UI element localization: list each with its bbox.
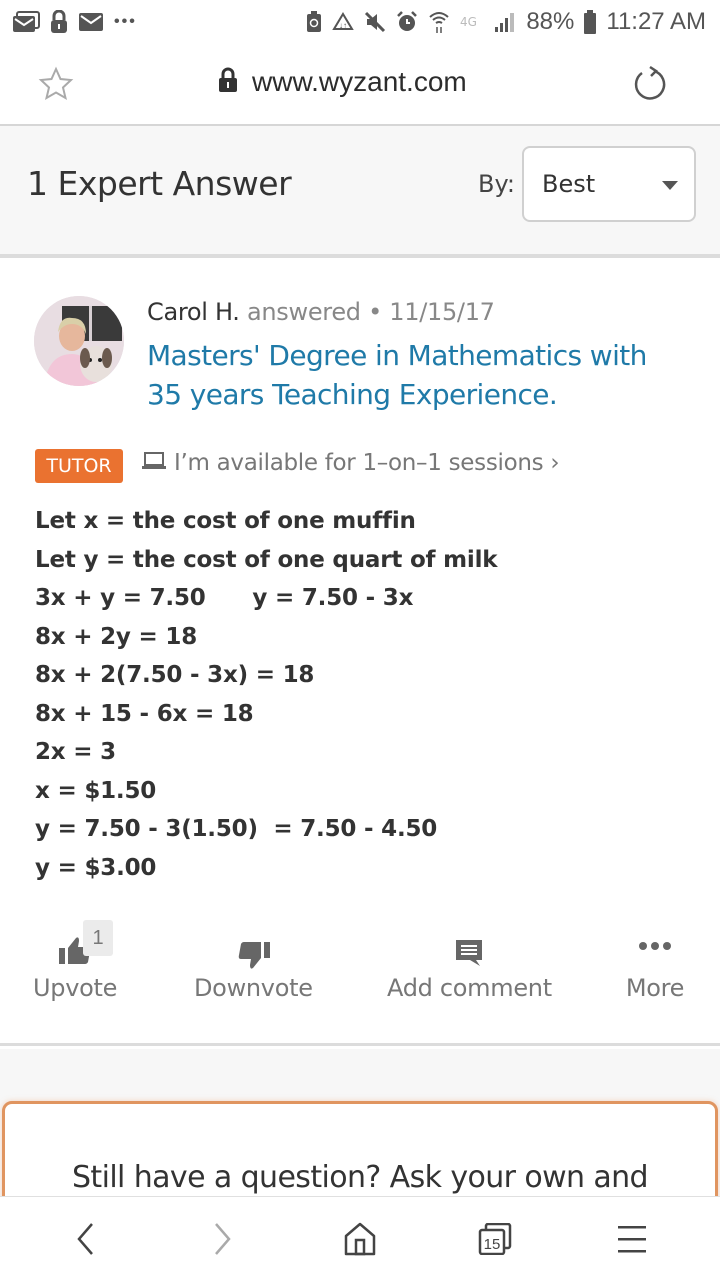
laptop-icon bbox=[142, 451, 166, 476]
alarm-icon bbox=[396, 11, 418, 33]
menu-icon[interactable] bbox=[610, 1217, 654, 1261]
battery-percent: 88% bbox=[526, 8, 575, 35]
recycle-icon: ↓↑ bbox=[332, 12, 355, 32]
secure-lock-icon bbox=[218, 67, 238, 98]
back-icon[interactable] bbox=[64, 1217, 108, 1261]
mute-icon bbox=[364, 11, 386, 33]
home-icon[interactable] bbox=[338, 1217, 382, 1261]
solution-line: 8x + 2y = 18 bbox=[35, 623, 198, 650]
status-bar-left: ••• bbox=[12, 10, 137, 34]
clock: 11:27 AM bbox=[606, 8, 706, 35]
tutor-badge: TUTOR bbox=[35, 449, 123, 483]
forward-icon[interactable] bbox=[200, 1217, 244, 1261]
star-icon[interactable] bbox=[38, 66, 74, 102]
more-notifications-icon: ••• bbox=[114, 13, 137, 30]
email-stack-icon bbox=[12, 11, 40, 33]
thumbs-down-icon bbox=[196, 922, 311, 969]
ask-question-heading: Still have a question? Ask your own and bbox=[71, 1160, 649, 1195]
thumbs-up-icon: 1 bbox=[35, 920, 117, 966]
tutor-headline-link[interactable]: Masters' Degree in Mathematics with 35 y… bbox=[147, 336, 687, 414]
tab-count: 15 bbox=[484, 1236, 501, 1253]
downvote-label: Downvote bbox=[194, 974, 313, 1002]
author-line: Carol H. answered • 11/15/17 bbox=[147, 298, 495, 326]
tabs-button[interactable]: 15 bbox=[474, 1217, 518, 1261]
url-field[interactable]: www.wyzant.com bbox=[218, 66, 467, 98]
solution-line: Let y = the cost of one quart of milk bbox=[35, 546, 498, 573]
avatar[interactable] bbox=[34, 296, 124, 386]
more-dots-icon bbox=[624, 922, 686, 966]
solution-line: y = 7.50 - 3(1.50) = 7.50 - 4.50 bbox=[35, 816, 438, 842]
reload-icon[interactable] bbox=[630, 64, 670, 104]
solution-line: 2x = 3 bbox=[35, 739, 116, 765]
add-comment-label: Add comment bbox=[387, 974, 552, 1002]
upvote-button[interactable]: 1 Upvote bbox=[33, 920, 118, 1002]
availability-link[interactable]: I’m available for 1–on–1 sessions › bbox=[142, 450, 560, 476]
solution-line: 8x + 2(7.50 - 3x) = 18 bbox=[35, 662, 315, 688]
status-bar-right: ↓↑ 4G 88% 11:27 AM bbox=[306, 8, 706, 36]
signal-icon bbox=[494, 11, 516, 33]
solution-line: 3x + y = 7.50 y = 7.50 - 3x bbox=[35, 585, 414, 611]
answer-card: Carol H. answered • 11/15/17 Masters' De… bbox=[0, 262, 720, 1046]
answers-count-title: 1 Expert Answer bbox=[27, 164, 292, 203]
availability-text: I’m available for 1–on–1 sessions › bbox=[174, 450, 560, 476]
sort-dropdown[interactable]: Best bbox=[522, 146, 696, 222]
browser-bottom-nav: 15 bbox=[0, 1196, 720, 1280]
answer-body: Let x = the cost of one muffin Let y = t… bbox=[35, 502, 498, 887]
svg-text:↓↑: ↓↑ bbox=[339, 21, 347, 30]
solution-line: x = $1.50 bbox=[35, 777, 157, 804]
solution-line: y = $3.00 bbox=[35, 854, 157, 881]
answered-date: answered • 11/15/17 bbox=[246, 298, 495, 326]
solution-line: 8x + 15 - 6x = 18 bbox=[35, 700, 254, 727]
status-bar: ••• ↓↑ 4G 88% 11:27 AM bbox=[0, 0, 720, 44]
battery-icon bbox=[584, 10, 597, 34]
comment-icon bbox=[388, 922, 550, 966]
author-name[interactable]: Carol H. bbox=[147, 298, 240, 326]
sort-selected-value: Best bbox=[542, 170, 596, 198]
downvote-button[interactable]: Downvote bbox=[194, 922, 313, 1002]
wifi-icon bbox=[428, 10, 450, 34]
answers-header: 1 Expert Answer By: Best bbox=[0, 126, 720, 258]
lte-icon: 4G bbox=[460, 14, 484, 30]
sort-label: By: bbox=[478, 170, 516, 198]
chevron-down-icon bbox=[662, 181, 678, 190]
more-label: More bbox=[625, 974, 685, 1002]
svg-text:4G: 4G bbox=[460, 15, 477, 29]
add-comment-button[interactable]: Add comment bbox=[387, 922, 552, 1002]
browser-url-bar: www.wyzant.com bbox=[0, 44, 720, 126]
lock-icon bbox=[50, 10, 68, 34]
url-text: www.wyzant.com bbox=[252, 66, 467, 97]
email-icon bbox=[78, 12, 104, 32]
answer-actions: 1 Upvote Downvote Add comment More bbox=[0, 920, 720, 1012]
solution-line: Let x = the cost of one muffin bbox=[35, 508, 416, 534]
battery-saver-icon bbox=[306, 11, 322, 33]
upvote-count: 1 bbox=[83, 920, 114, 956]
more-button[interactable]: More bbox=[624, 922, 686, 1002]
upvote-label: Upvote bbox=[33, 974, 118, 1002]
